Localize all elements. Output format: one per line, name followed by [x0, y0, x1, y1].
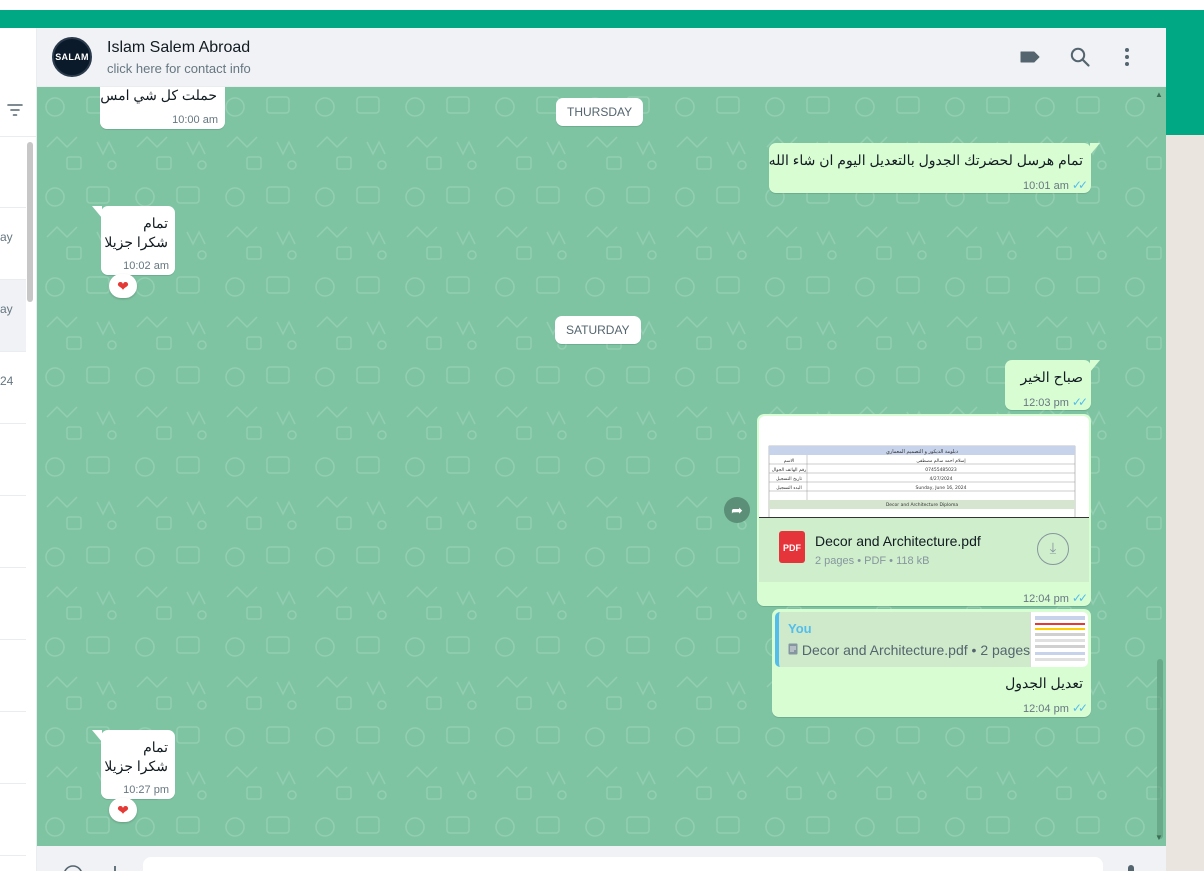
document-details: 2 pages • PDF • 118 kB: [815, 555, 930, 567]
read-receipt-icon: ✓✓: [1071, 395, 1088, 409]
download-icon[interactable]: ⤓: [1037, 533, 1069, 565]
message-text: حملت كل شي امس: [100, 87, 217, 103]
mic-icon[interactable]: [1125, 864, 1137, 871]
chat-list-item-time: 24: [0, 374, 14, 388]
preview-title: دبلومة الديكور و التصميم المعماري: [886, 449, 958, 455]
message-time: 10:02 am: [123, 260, 169, 272]
conversation-panel[interactable]: ▲ ▼ حملت كل شي امس 10:00 am THURSDAY تما…: [37, 87, 1166, 846]
message-meta: 12:04 pm ✓✓: [1023, 701, 1088, 715]
preview-section: Decor and Architecture Diploma: [886, 502, 959, 508]
read-receipt-icon: ✓✓: [1071, 178, 1088, 192]
message-time: 10:00 am: [172, 114, 218, 126]
preview-label: رقم الهاتف الجوال: [772, 468, 807, 473]
contact-name[interactable]: Islam Salem Abroad: [107, 39, 250, 57]
chat-list-item-time: ay: [0, 230, 13, 244]
read-receipt-icon: ✓✓: [1071, 591, 1088, 605]
message-outgoing[interactable]: تمام هرسل لحضرتك الجدول بالتعديل اليوم ا…: [768, 143, 1100, 193]
file-icon: PDF: [779, 531, 805, 563]
chat-list-item[interactable]: [0, 424, 26, 496]
message-text: تمام: [143, 739, 168, 755]
message-time: 10:01 am: [1023, 180, 1069, 192]
message-text: شكرا جزيلا: [104, 758, 168, 774]
preview-value: 4/27/2024: [929, 476, 952, 482]
preview-value: Sunday, June 16, 2024: [916, 485, 967, 491]
menu-icon[interactable]: [1120, 46, 1134, 73]
chat-list-item[interactable]: [0, 136, 26, 208]
conversation-scrollbar[interactable]: [1157, 659, 1163, 839]
document-preview[interactable]: دبلومة الديكور و التصميم المعماري الاسم …: [759, 416, 1089, 518]
message-text: تمام: [143, 215, 168, 231]
chat-list-item[interactable]: [0, 712, 26, 784]
app-right-band: [1166, 10, 1204, 135]
forward-icon[interactable]: ➦: [724, 497, 750, 523]
message-time: 12:04 pm: [1023, 593, 1069, 605]
scroll-up-arrow[interactable]: ▲: [1155, 90, 1163, 99]
chat-list-item[interactable]: [0, 640, 26, 712]
message-time: 12:03 pm: [1023, 397, 1069, 409]
bubble-tail: [92, 206, 102, 218]
bubble-tail: [92, 730, 102, 742]
message-text: صباح الخير: [1020, 369, 1083, 385]
date-separator: SATURDAY: [555, 316, 641, 344]
attach-icon[interactable]: [107, 864, 123, 871]
message-incoming[interactable]: حملت كل شي امس 10:00 am: [100, 87, 225, 129]
document-info-row[interactable]: PDF Decor and Architecture.pdf 2 pages •…: [759, 518, 1089, 582]
message-document[interactable]: دبلومة الديكور و التصميم المعماري الاسم …: [757, 414, 1091, 606]
quote-thumbnail: [1030, 612, 1088, 667]
document-name: Decor and Architecture.pdf: [815, 533, 981, 549]
chat-list-item[interactable]: 24: [0, 352, 26, 424]
chat-header[interactable]: SALAM Islam Salem Abroad click here for …: [37, 28, 1166, 87]
scroll-down-arrow[interactable]: ▼: [1155, 833, 1163, 842]
message-meta: 12:03 pm ✓✓: [1023, 395, 1088, 409]
chat-list-item[interactable]: ay: [0, 208, 26, 280]
preview-value: 07455485023: [925, 467, 957, 473]
chat-list-scrollbar[interactable]: [27, 142, 33, 302]
chat-list-item[interactable]: [0, 496, 26, 568]
chat-list-item[interactable]: [0, 784, 26, 856]
bubble-tail: [1090, 360, 1100, 372]
message-meta: 10:01 am ✓✓: [1023, 178, 1088, 192]
chat-list-panel: ay ay 24: [0, 28, 37, 871]
heart-reaction-icon[interactable]: ❤: [109, 798, 137, 822]
file-icon: [788, 643, 798, 655]
message-reply[interactable]: You Decor and Architecture.pdf • 2 pages…: [772, 609, 1091, 717]
emoji-icon[interactable]: [62, 864, 84, 871]
heart-reaction-icon[interactable]: ❤: [109, 274, 137, 298]
message-input[interactable]: [143, 857, 1103, 871]
quote-text: Decor and Architecture.pdf • 2 pages: [788, 642, 1030, 658]
preview-label: تاريخ التسجيل: [776, 477, 803, 482]
contact-info-hint[interactable]: click here for contact info: [107, 61, 251, 76]
quote-file-name: Decor and Architecture.pdf • 2 pages: [801, 642, 1031, 658]
filter-icon[interactable]: [7, 103, 23, 122]
quote-author: You: [788, 621, 812, 636]
chat-list-item[interactable]: [0, 568, 26, 640]
avatar-logo-text: SALAM: [55, 52, 89, 62]
preview-value: إسلام احمد سالم مصطفى: [916, 459, 965, 464]
avatar[interactable]: SALAM: [52, 37, 92, 77]
bubble-tail: [1090, 143, 1100, 155]
message-outgoing[interactable]: صباح الخير 12:03 pm ✓✓: [1005, 360, 1100, 410]
message-time: 12:04 pm: [1023, 703, 1069, 715]
composer-footer: [37, 846, 1166, 871]
app-right-background: [1166, 135, 1204, 871]
chat-list-item-active[interactable]: ay: [0, 280, 26, 352]
message-text: شكرا جزيلا: [104, 234, 168, 250]
preview-label: الاسم: [784, 459, 795, 464]
message-time: 10:27 pm: [123, 784, 169, 796]
label-icon[interactable]: [1019, 46, 1041, 73]
date-separator: THURSDAY: [556, 98, 644, 126]
document-preview-image: دبلومة الديكور و التصميم المعماري الاسم …: [768, 445, 1076, 517]
chat-list-item-time: ay: [0, 302, 13, 316]
quoted-message[interactable]: You Decor and Architecture.pdf • 2 pages: [775, 612, 1088, 667]
read-receipt-icon: ✓✓: [1071, 701, 1088, 715]
app-top-band: [0, 10, 1204, 28]
message-incoming[interactable]: تمام شكرا جزيلا 10:27 pm: [92, 730, 175, 799]
preview-label: البدء التسجيل: [776, 486, 802, 491]
message-meta: 12:04 pm ✓✓: [1023, 591, 1088, 605]
message-text: تعديل الجدول: [1005, 675, 1083, 691]
message-text: تمام هرسل لحضرتك الجدول بالتعديل اليوم ا…: [768, 152, 1083, 168]
message-incoming[interactable]: تمام شكرا جزيلا 10:02 am: [92, 206, 175, 275]
search-icon[interactable]: [1069, 46, 1091, 73]
